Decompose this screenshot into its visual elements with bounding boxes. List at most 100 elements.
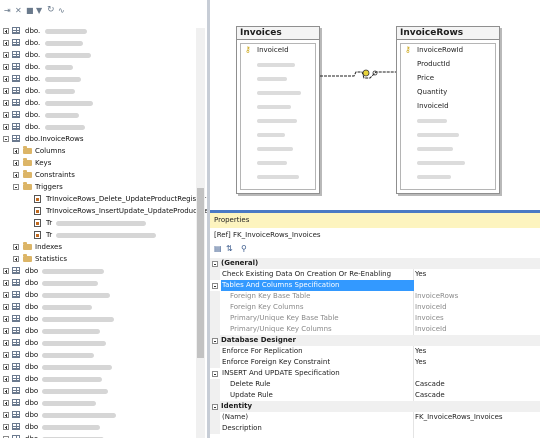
refresh-icon[interactable]: ↻ [47, 6, 55, 15]
tree-trigger[interactable]: TrInvoiceRows_Delete_UpdateProductRegist… [0, 193, 206, 205]
expand-toggle[interactable] [13, 244, 19, 250]
column-name[interactable]: InvoiceRowId [417, 44, 463, 56]
tree-table-invoicerows[interactable]: dbo.InvoiceRows [0, 133, 196, 145]
tree-folder-columns[interactable]: Columns [0, 145, 196, 157]
collapse-toggle[interactable] [13, 184, 19, 190]
diagram-table-invoicerows[interactable]: InvoiceRows ⚷ InvoiceRowId ProductId Pri… [396, 26, 500, 194]
property-row[interactable]: Foreign Key Columns InvoiceId [210, 302, 540, 313]
property-value[interactable]: Yes [415, 357, 426, 368]
tree-table[interactable]: dbo. [0, 121, 196, 133]
column-name[interactable]: Quantity [417, 86, 447, 98]
tree-table[interactable]: dbo [0, 349, 196, 361]
tree-trigger[interactable]: Tr [0, 217, 196, 229]
tree-table[interactable]: dbo [0, 397, 196, 409]
property-group[interactable]: INSERT And UPDATE Specification [210, 368, 540, 379]
category-database-designer[interactable]: Database Designer [210, 335, 540, 346]
tree-table[interactable]: dbo. [0, 85, 196, 97]
property-value[interactable]: Cascade [415, 390, 445, 401]
tree-table[interactable]: dbo [0, 421, 196, 433]
tree-table[interactable]: dbo [0, 313, 196, 325]
property-row[interactable]: Primary/Unique Key Base Table Invoices [210, 313, 540, 324]
column-name[interactable]: ProductId [417, 58, 450, 70]
tree-table[interactable]: dbo. [0, 73, 196, 85]
relationship-connector[interactable] [320, 60, 402, 90]
expand-toggle[interactable] [3, 388, 9, 394]
expand-toggle[interactable] [3, 316, 9, 322]
expand-toggle[interactable] [3, 412, 9, 418]
collapse-toggle[interactable] [212, 404, 218, 410]
expand-toggle[interactable] [3, 340, 9, 346]
expand-toggle[interactable] [3, 280, 9, 286]
expand-toggle[interactable] [3, 352, 9, 358]
property-row[interactable]: Check Existing Data On Creation Or Re-En… [210, 269, 540, 280]
scrollbar-thumb[interactable] [197, 188, 204, 358]
explorer-scrollbar[interactable] [196, 28, 205, 438]
tree-table[interactable]: dbo [0, 385, 196, 397]
tree-table[interactable]: dbo [0, 265, 196, 277]
expand-toggle[interactable] [3, 88, 9, 94]
tree-table[interactable]: dbo [0, 373, 196, 385]
column-name[interactable]: InvoiceId [417, 100, 449, 112]
collapse-toggle[interactable] [212, 371, 218, 377]
categorized-icon[interactable]: ▤ [214, 243, 222, 254]
expand-toggle[interactable] [13, 148, 19, 154]
disconnect-icon[interactable]: ✕ [15, 7, 22, 15]
expand-toggle[interactable] [13, 256, 19, 262]
category-general[interactable]: (General) [210, 258, 540, 269]
tree-table[interactable]: dbo. [0, 109, 196, 121]
expand-toggle[interactable] [3, 400, 9, 406]
connect-icon[interactable]: ⇥ [4, 7, 11, 15]
collapse-toggle[interactable] [212, 261, 218, 267]
collapse-toggle[interactable] [212, 338, 218, 344]
property-row[interactable]: Description [210, 423, 540, 434]
tree-table[interactable]: dbo [0, 277, 196, 289]
expand-toggle[interactable] [3, 292, 9, 298]
expand-toggle[interactable] [3, 364, 9, 370]
tree-table[interactable]: dbo [0, 361, 196, 373]
property-pages-icon[interactable]: ⚲ [241, 243, 247, 254]
property-value[interactable]: Yes [415, 346, 426, 357]
property-row[interactable]: Enforce For Replication Yes [210, 346, 540, 357]
expand-toggle[interactable] [3, 52, 9, 58]
expand-toggle[interactable] [3, 28, 9, 34]
column-name[interactable]: InvoiceId [257, 44, 289, 56]
expand-toggle[interactable] [3, 376, 9, 382]
expand-toggle[interactable] [3, 112, 9, 118]
expand-toggle[interactable] [13, 172, 19, 178]
property-value[interactable]: Cascade [415, 379, 445, 390]
property-row[interactable]: (Name) FK_InvoiceRows_Invoices [210, 412, 540, 423]
filter-icon[interactable]: ▼ [36, 7, 42, 15]
tree-table[interactable]: dbo. [0, 97, 196, 109]
tree-table[interactable]: dbo. [0, 37, 196, 49]
tree-folder-keys[interactable]: Keys [0, 157, 196, 169]
expand-toggle[interactable] [3, 124, 9, 130]
property-value[interactable]: FK_InvoiceRows_Invoices [415, 412, 503, 423]
tree-table[interactable]: dbo [0, 325, 196, 337]
tree-table[interactable]: dbo. [0, 49, 196, 61]
collapse-toggle[interactable] [212, 283, 218, 289]
expand-toggle[interactable] [3, 268, 9, 274]
tree-table[interactable]: dbo. [0, 25, 196, 37]
property-row[interactable]: Foreign Key Base Table InvoiceRows [210, 291, 540, 302]
activity-icon[interactable]: ∿ [58, 7, 65, 15]
selected-object-name[interactable]: [Ref] FK_InvoiceRows_Invoices [214, 229, 321, 241]
column-name[interactable]: Price [417, 72, 434, 84]
tree-folder-triggers[interactable]: Triggers [0, 181, 196, 193]
expand-toggle[interactable] [3, 424, 9, 430]
expand-toggle[interactable] [3, 328, 9, 334]
tree-folder-statistics[interactable]: Statistics [0, 253, 196, 265]
property-row[interactable]: Delete Rule Cascade [210, 379, 540, 390]
expand-toggle[interactable] [3, 64, 9, 70]
property-row[interactable]: Enforce Foreign Key Constraint Yes [210, 357, 540, 368]
tree-trigger[interactable]: TrInvoiceRows_InsertUpdate_UpdateProduct… [0, 205, 207, 217]
property-row[interactable]: Update Rule Cascade [210, 390, 540, 401]
tree-table[interactable]: dbo [0, 337, 196, 349]
tree-table[interactable]: dbo [0, 433, 196, 438]
tree-folder-constraints[interactable]: Constraints [0, 169, 196, 181]
tree-table[interactable]: dbo [0, 301, 196, 313]
expand-toggle[interactable] [3, 100, 9, 106]
expand-toggle[interactable] [3, 76, 9, 82]
tree-folder-indexes[interactable]: Indexes [0, 241, 196, 253]
expand-toggle[interactable] [3, 304, 9, 310]
property-row[interactable]: Primary/Unique Key Columns InvoiceId [210, 324, 540, 335]
